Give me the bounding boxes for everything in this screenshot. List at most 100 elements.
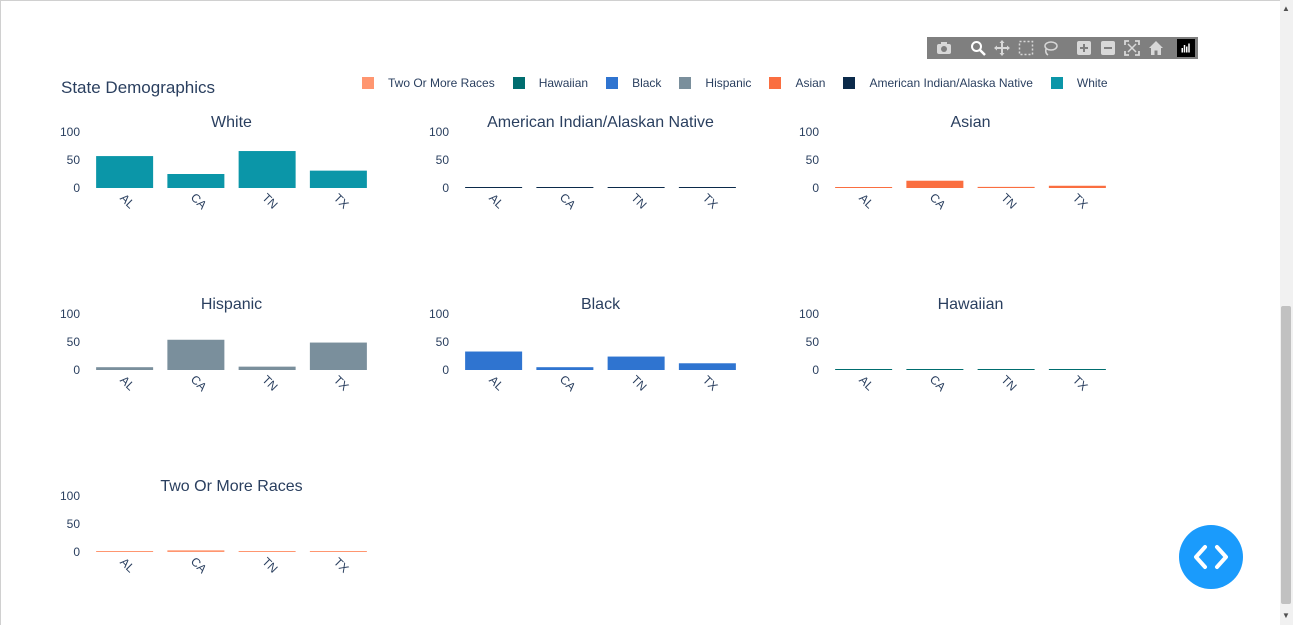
bar[interactable] bbox=[906, 369, 964, 370]
x-tick-label: AL bbox=[486, 191, 507, 212]
bar[interactable] bbox=[1048, 369, 1106, 370]
subplot-two-or-more: Two Or More Races 100 50 0 AL CA TN TX bbox=[52, 476, 392, 586]
bar[interactable] bbox=[465, 351, 523, 370]
scroll-down-icon[interactable]: ▼ bbox=[1282, 611, 1290, 620]
autoscale-icon[interactable] bbox=[1121, 37, 1143, 59]
legend-item[interactable]: Hispanic bbox=[679, 76, 751, 90]
x-tick-label: TN bbox=[628, 191, 649, 212]
y-tick-label: 0 bbox=[73, 363, 80, 377]
legend-label: Asian bbox=[795, 76, 826, 90]
bar[interactable] bbox=[1048, 185, 1106, 188]
x-tick-label: AL bbox=[117, 555, 138, 576]
zoom-in-icon[interactable] bbox=[1073, 37, 1095, 59]
bar[interactable] bbox=[465, 187, 523, 188]
box-select-icon[interactable] bbox=[1015, 37, 1037, 59]
chart-title: State Demographics bbox=[61, 78, 216, 97]
x-tick-label: CA bbox=[927, 190, 949, 212]
y-tick-label: 0 bbox=[73, 545, 80, 559]
bar[interactable] bbox=[96, 156, 154, 188]
x-tick-label: TN bbox=[998, 373, 1019, 394]
bar[interactable] bbox=[309, 170, 367, 188]
legend-item[interactable]: Black bbox=[606, 76, 661, 90]
x-tick-label: TN bbox=[259, 373, 280, 394]
x-tick-label: TN bbox=[259, 555, 280, 576]
bar[interactable] bbox=[536, 367, 594, 370]
x-tick-label: TX bbox=[1070, 373, 1091, 394]
y-tick-label: 50 bbox=[436, 335, 450, 349]
bar[interactable] bbox=[309, 342, 367, 370]
y-tick-label: 0 bbox=[73, 181, 80, 195]
subplot-title: American Indian/Alaskan Native bbox=[487, 114, 714, 131]
y-tick-label: 50 bbox=[67, 153, 81, 167]
x-tick-label: TX bbox=[1070, 191, 1091, 212]
y-tick-label: 50 bbox=[806, 335, 820, 349]
legend-item[interactable]: Two Or More Races bbox=[362, 76, 495, 90]
legend-swatch bbox=[769, 77, 782, 89]
lasso-icon[interactable] bbox=[1039, 37, 1061, 59]
bar[interactable] bbox=[96, 551, 154, 552]
y-tick-label: 50 bbox=[67, 335, 81, 349]
bar[interactable] bbox=[678, 187, 736, 188]
subplot-black: Black 100 50 0 AL CA TN TX bbox=[421, 294, 761, 404]
bar[interactable] bbox=[607, 187, 665, 188]
legend-swatch bbox=[606, 77, 619, 89]
y-tick-label: 100 bbox=[799, 307, 819, 321]
y-tick-label: 50 bbox=[806, 153, 820, 167]
y-tick-label: 100 bbox=[60, 489, 80, 503]
subplot-title: Black bbox=[581, 296, 621, 313]
y-tick-label: 50 bbox=[436, 153, 450, 167]
plotly-logo-icon[interactable] bbox=[1177, 39, 1195, 57]
subplot-american-indian: American Indian/Alaskan Native 100 50 0 AL CA… bbox=[421, 112, 761, 222]
bar[interactable] bbox=[238, 151, 296, 188]
y-tick-label: 0 bbox=[442, 181, 449, 195]
reset-axes-icon[interactable] bbox=[1145, 37, 1167, 59]
x-tick-label: CA bbox=[188, 372, 210, 394]
legend-item[interactable]: White bbox=[1050, 76, 1108, 90]
x-tick-label: AL bbox=[856, 373, 877, 394]
legend-item[interactable]: Hawaiian bbox=[512, 76, 589, 90]
x-tick-label: TN bbox=[259, 191, 280, 212]
bar[interactable] bbox=[835, 369, 893, 370]
y-tick-label: 0 bbox=[442, 363, 449, 377]
subplot-title: Hispanic bbox=[201, 296, 262, 313]
bar[interactable] bbox=[678, 363, 736, 370]
bar[interactable] bbox=[906, 180, 964, 188]
x-tick-label: AL bbox=[117, 373, 138, 394]
bar[interactable] bbox=[167, 339, 225, 370]
bar[interactable] bbox=[96, 367, 154, 370]
x-tick-label: TX bbox=[700, 191, 721, 212]
x-tick-label: TN bbox=[998, 191, 1019, 212]
scrollbar[interactable]: ▲ ▼ bbox=[1280, 0, 1293, 625]
legend-item[interactable]: American Indian/Alaska Native bbox=[843, 76, 1033, 90]
legend-item[interactable]: Asian bbox=[769, 76, 825, 90]
bar[interactable] bbox=[607, 356, 665, 370]
bar[interactable] bbox=[536, 187, 594, 188]
plot-modebar bbox=[927, 37, 1198, 59]
code-toggle-button[interactable] bbox=[1179, 525, 1243, 589]
bar[interactable] bbox=[835, 187, 893, 188]
legend-label: Two Or More Races bbox=[388, 76, 495, 90]
bar[interactable] bbox=[238, 366, 296, 370]
zoom-icon[interactable] bbox=[967, 37, 989, 59]
y-tick-label: 100 bbox=[60, 307, 80, 321]
subplot-asian: Asian 100 50 0 AL CA TN TX bbox=[791, 112, 1131, 222]
bar[interactable] bbox=[167, 550, 225, 552]
x-tick-label: AL bbox=[117, 191, 138, 212]
bar[interactable] bbox=[309, 551, 367, 552]
x-tick-label: CA bbox=[557, 190, 579, 212]
zoom-out-icon[interactable] bbox=[1097, 37, 1119, 59]
subplot-hawaiian: Hawaiian 100 50 0 AL CA TN TX bbox=[791, 294, 1131, 404]
bar[interactable] bbox=[238, 551, 296, 552]
scroll-up-icon[interactable]: ▲ bbox=[1282, 4, 1290, 13]
subplot-title: White bbox=[211, 114, 252, 131]
pan-icon[interactable] bbox=[991, 37, 1013, 59]
x-tick-label: TX bbox=[331, 191, 352, 212]
legend-label: Hawaiian bbox=[538, 76, 589, 90]
camera-icon[interactable] bbox=[933, 37, 955, 59]
subplot-title: Asian bbox=[950, 114, 990, 131]
scrollbar-thumb[interactable] bbox=[1281, 306, 1291, 604]
bar[interactable] bbox=[977, 369, 1035, 370]
bar[interactable] bbox=[167, 174, 225, 188]
bar[interactable] bbox=[977, 186, 1035, 188]
legend-swatch bbox=[1050, 77, 1063, 89]
